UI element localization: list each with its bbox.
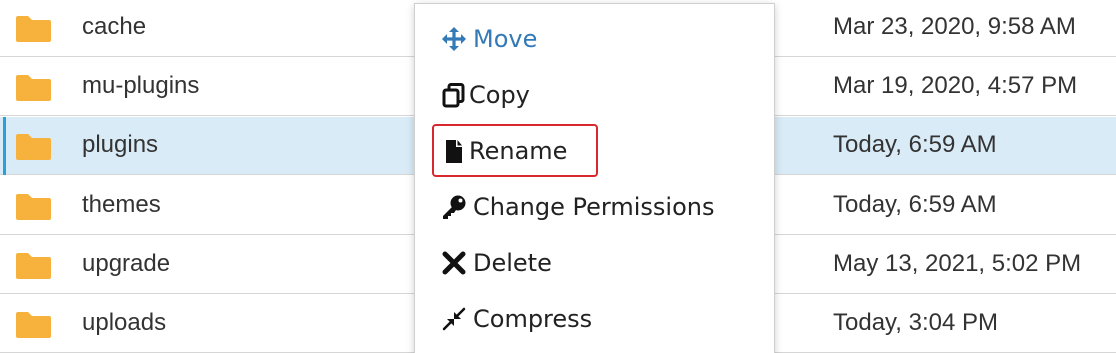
folder-icon xyxy=(16,194,51,220)
menu-item-label: Delete xyxy=(473,249,552,277)
menu-item-change-permissions[interactable]: Change Permissions xyxy=(415,182,774,234)
menu-item-move[interactable]: Move xyxy=(415,14,774,66)
x-mark-icon xyxy=(442,251,466,275)
compress-icon xyxy=(442,307,466,331)
menu-item-delete[interactable]: Delete xyxy=(415,238,774,290)
move-arrows-icon xyxy=(442,27,466,51)
menu-item-copy[interactable]: Copy xyxy=(415,70,774,122)
copy-icon xyxy=(442,83,465,108)
file-modified: Today, 6:59 AM xyxy=(833,131,997,158)
menu-item-compress[interactable]: Compress xyxy=(415,294,774,346)
folder-icon xyxy=(16,253,51,279)
menu-item-label: Change Permissions xyxy=(473,193,715,221)
file-modified: Today, 6:59 AM xyxy=(833,191,997,218)
file-modified: Mar 23, 2020, 9:58 AM xyxy=(833,13,1076,40)
folder-icon xyxy=(16,134,51,160)
file-name: themes xyxy=(82,191,161,218)
menu-item-label: Copy xyxy=(469,81,530,109)
file-name: mu-plugins xyxy=(82,72,200,99)
file-name: upgrade xyxy=(82,250,171,277)
menu-item-label: Compress xyxy=(473,305,593,333)
file-name: uploads xyxy=(82,309,167,336)
file-name: plugins xyxy=(82,131,159,158)
key-icon xyxy=(443,195,466,219)
folder-icon xyxy=(16,312,51,338)
folder-icon xyxy=(16,75,51,101)
menu-item-label: Move xyxy=(473,25,538,53)
context-menu: Move Copy Rename Change Permissions Dele… xyxy=(414,3,775,353)
file-modified: Mar 19, 2020, 4:57 PM xyxy=(833,72,1078,99)
file-modified: May 13, 2021, 5:02 PM xyxy=(833,250,1082,277)
folder-icon xyxy=(16,16,51,42)
rename-highlight-box xyxy=(432,124,598,177)
file-manager-screen: cache Mar 23, 2020, 9:58 AM mu-plugins M… xyxy=(0,0,1116,353)
file-modified: Today, 3:04 PM xyxy=(833,309,998,336)
file-name: cache xyxy=(82,13,147,40)
